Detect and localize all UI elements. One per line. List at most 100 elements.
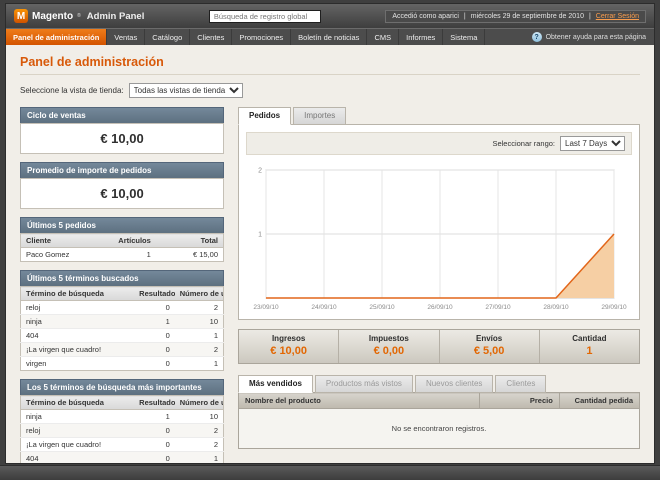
magento-logo-icon: M [14, 9, 28, 23]
nav-item-catalogo[interactable]: Catálogo [145, 29, 191, 45]
separator: | [463, 12, 466, 20]
top-search-terms-table: Término de búsqueda Resultados Número de… [20, 395, 224, 463]
page-title: Panel de administración [20, 55, 164, 69]
lifetime-sales-value: € 10,00 [20, 123, 224, 154]
nav-item-dashboard[interactable]: Panel de administración [6, 29, 108, 45]
column-header: Término de búsqueda [20, 286, 135, 301]
search-term-row[interactable]: reloj 0 2 [20, 300, 224, 315]
dashboard-columns: Ciclo de ventas € 10,00 Promedio de impo… [20, 107, 641, 463]
window-bottom-edge [0, 465, 660, 480]
main-nav: Panel de administración Ventas Catálogo … [6, 28, 654, 45]
top-search-terms-card: Los 5 términos de búsqueda más important… [20, 379, 224, 463]
help-link[interactable]: ? Obtener ayuda para esta página [524, 29, 654, 45]
column-header: Número de usos [174, 395, 224, 410]
product-name: Admin Panel [86, 10, 145, 22]
lifetime-sales-title: Ciclo de ventas [20, 107, 224, 123]
average-orders-title: Promedio de importe de pedidos [20, 162, 224, 178]
nav-item-boletin[interactable]: Boletín de noticias [291, 29, 368, 45]
dashboard-main: Pedidos Importes Seleccionar rango: Last… [238, 107, 641, 449]
order-row[interactable]: Paco Gomez 1 € 15,00 [20, 247, 224, 262]
range-bar: Seleccionar rango: Last 7 Days [246, 132, 632, 155]
stat-cantidad: Cantidad 1 [538, 330, 639, 363]
last-orders-table: Cliente Artículos Total Paco Gomez 1 € 1… [20, 233, 224, 262]
search-term-row[interactable]: virgen 0 1 [20, 356, 224, 371]
nav-item-promociones[interactable]: Promociones [232, 29, 292, 45]
average-orders-value: € 10,00 [20, 178, 224, 209]
column-header: Resultados [134, 395, 175, 410]
svg-text:29/09/10: 29/09/10 [601, 304, 627, 311]
column-header: Número de usos [174, 286, 224, 301]
tab-nuevos-clientes[interactable]: Nuevos clientes [414, 375, 494, 393]
date-label: miércoles 29 de septiembre de 2010 [470, 12, 584, 20]
search-term-row[interactable]: ¡La virgen que cuadro! 0 2 [20, 342, 224, 357]
lifetime-sales-card: Ciclo de ventas € 10,00 [20, 107, 224, 154]
average-orders-card: Promedio de importe de pedidos € 10,00 [20, 162, 224, 209]
search-term-row[interactable]: ninja 1 10 [20, 409, 224, 424]
help-icon: ? [531, 32, 542, 42]
svg-text:1: 1 [258, 232, 262, 239]
title-divider [20, 74, 640, 75]
last-search-terms-card: Últimos 5 términos buscados Término de b… [20, 270, 224, 371]
nav-item-informes[interactable]: Informes [399, 29, 444, 45]
svg-text:23/09/10: 23/09/10 [253, 304, 279, 311]
empty-message: No se encontraron registros. [238, 408, 640, 449]
global-search-input[interactable] [208, 9, 321, 23]
session-info: Accedió como aparici | miércoles 29 de s… [385, 9, 646, 23]
store-switcher: Seleccione la vista de tienda: Todas las… [20, 83, 640, 98]
column-header: Precio [478, 392, 560, 409]
top-header: M Magento ® Admin Panel Accedió como apa… [6, 4, 654, 28]
stat-envios: Envíos € 5,00 [438, 330, 539, 363]
tab-pedidos[interactable]: Pedidos [238, 107, 292, 125]
range-select[interactable]: Last 7 Days [560, 136, 625, 151]
range-label: Seleccionar rango: [492, 139, 555, 148]
grid-tabs: Más vendidos Productos más vistos Nuevos… [238, 375, 640, 393]
empty-row: No se encontraron registros. [238, 408, 640, 449]
last-search-terms-table: Término de búsqueda Resultados Número de… [20, 286, 224, 371]
svg-text:27/09/10: 27/09/10 [485, 304, 511, 311]
column-header: Resultados [134, 286, 175, 301]
nav-item-cms[interactable]: CMS [367, 29, 400, 45]
tab-mas-vendidos[interactable]: Más vendidos [238, 375, 313, 393]
admin-window: M Magento ® Admin Panel Accedió como apa… [5, 3, 655, 464]
separator: | [588, 12, 591, 20]
svg-text:28/09/10: 28/09/10 [543, 304, 569, 311]
bestsellers-table: Nombre del producto Precio Cantidad pedi… [238, 392, 641, 449]
last-orders-card: Últimos 5 pedidos Cliente Artículos Tota… [20, 217, 224, 262]
tab-importes[interactable]: Importes [293, 107, 347, 125]
column-header: Cantidad pedida [558, 392, 641, 409]
nav-item-sistema[interactable]: Sistema [443, 29, 486, 45]
orders-chart-svg: 1 2 23/09/10 24/09/10 25/09/10 26/09/10 27/09/… [253, 168, 627, 312]
orders-chart: 1 2 23/09/10 24/09/10 25/09/10 26/09/10 27/09/… [248, 162, 630, 312]
tab-productos-mas-vistos[interactable]: Productos más vistos [314, 375, 413, 393]
stat-ingresos: Ingresos € 10,00 [270, 334, 307, 357]
nav-item-clientes[interactable]: Clientes [190, 29, 233, 45]
column-header: Nombre del producto [238, 392, 480, 409]
search-term-row[interactable]: reloj 0 2 [20, 423, 224, 438]
column-header: Artículos [88, 233, 156, 248]
chart-panel: Seleccionar rango: Last 7 Days 1 2 23/09/1… [238, 124, 640, 320]
search-term-row[interactable]: ¡La virgen que cuadro! 0 2 [20, 437, 224, 452]
totals-bar: Ingresos € 10,00 Impuestos € 0,00 Envíos… [238, 329, 640, 364]
trademark-mark: ® [77, 13, 81, 19]
svg-text:26/09/10: 26/09/10 [427, 304, 453, 311]
dashboard-left-column: Ciclo de ventas € 10,00 Promedio de impo… [20, 107, 224, 463]
page-content: Panel de administración Seleccione la vi… [6, 45, 654, 463]
brand: M Magento ® Admin Panel [14, 9, 144, 23]
top-search-terms-title: Los 5 términos de búsqueda más important… [20, 379, 224, 395]
tab-clientes[interactable]: Clientes [495, 375, 547, 393]
store-view-select[interactable]: Todas las vistas de tienda [128, 83, 243, 98]
last-orders-title: Últimos 5 pedidos [20, 217, 224, 233]
stat-impuestos: Impuestos € 0,00 [338, 330, 438, 363]
column-header: Total [155, 233, 224, 248]
help-label: Obtener ayuda para esta página [545, 33, 646, 41]
brand-name: Magento [32, 10, 74, 22]
column-header: Cliente [20, 233, 89, 248]
search-term-row[interactable]: 404 0 1 [20, 328, 224, 343]
column-header: Término de búsqueda [20, 395, 135, 410]
svg-text:24/09/10: 24/09/10 [311, 304, 337, 311]
diagram-tabs: Pedidos Importes [238, 107, 640, 125]
nav-item-ventas[interactable]: Ventas [107, 29, 146, 45]
search-term-row[interactable]: ninja 1 10 [20, 314, 224, 329]
logout-link[interactable]: Cerrar Sesión [596, 13, 639, 20]
search-term-row[interactable]: 404 0 1 [20, 451, 224, 463]
